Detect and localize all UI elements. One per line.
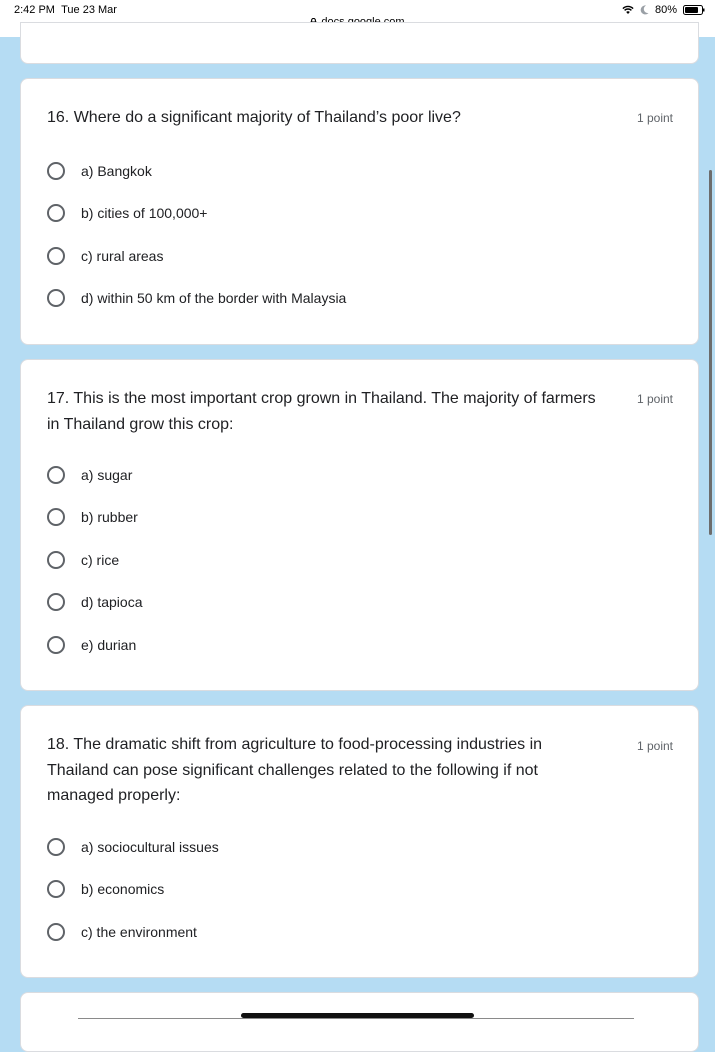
divider: [78, 1018, 634, 1019]
question-title: 17. This is the most important crop grow…: [47, 390, 596, 433]
radio-button[interactable]: [47, 247, 65, 265]
battery-icon: [683, 5, 705, 15]
question-points: 1 point: [636, 739, 673, 753]
radio-option-sociocultural[interactable]: a) sociocultural issues: [47, 835, 219, 859]
option-label: c) rice: [81, 552, 120, 568]
option-label: b) cities of 100,000+: [81, 205, 208, 221]
previous-question-card: [20, 22, 699, 64]
battery-percent: 80%: [654, 4, 677, 16]
radio-button[interactable]: [47, 466, 65, 484]
option-label: a) sociocultural issues: [81, 839, 219, 855]
radio-option-cities[interactable]: b) cities of 100,000+: [47, 201, 207, 225]
radio-option-tapioca[interactable]: d) tapioca: [47, 590, 142, 614]
radio-button[interactable]: [47, 204, 65, 222]
status-time: 2:42 PM: [14, 4, 55, 16]
option-label: c) the environment: [81, 924, 197, 940]
status-indicators: 80%: [622, 4, 705, 16]
radio-button[interactable]: [47, 636, 65, 654]
question-points: 1 point: [636, 392, 673, 406]
radio-button[interactable]: [47, 880, 65, 898]
radio-option-bangkok[interactable]: a) Bangkok: [47, 159, 152, 183]
status-time-date: 2:42 PM Tue 23 Mar: [14, 4, 117, 16]
radio-button[interactable]: [47, 289, 65, 307]
radio-button[interactable]: [47, 162, 65, 180]
option-label: d) tapioca: [81, 594, 143, 610]
radio-option-border[interactable]: d) within 50 km of the border with Malay…: [47, 286, 346, 310]
radio-button[interactable]: [47, 838, 65, 856]
radio-option-rural-areas[interactable]: c) rural areas: [47, 244, 163, 268]
question-title: 18. The dramatic shift from agriculture …: [47, 736, 543, 804]
question-card-17: 17. This is the most important crop grow…: [20, 359, 699, 691]
home-indicator[interactable]: [241, 1013, 474, 1018]
option-label: b) rubber: [81, 509, 138, 525]
radio-option-rice[interactable]: c) rice: [47, 548, 119, 572]
radio-option-durian[interactable]: e) durian: [47, 633, 136, 657]
option-label: a) sugar: [81, 467, 133, 483]
question-card-16: 16. Where do a significant majority of T…: [20, 78, 699, 345]
option-label: b) economics: [81, 881, 165, 897]
option-label: a) Bangkok: [81, 163, 152, 179]
radio-option-economics[interactable]: b) economics: [47, 877, 164, 901]
option-label: d) within 50 km of the border with Malay…: [81, 290, 347, 306]
wifi-icon: [622, 5, 634, 14]
scrollbar[interactable]: [709, 170, 712, 535]
question-card-18: 18. The dramatic shift from agriculture …: [20, 705, 699, 978]
moon-icon: [640, 5, 649, 15]
question-points: 1 point: [636, 111, 673, 125]
radio-button[interactable]: [47, 508, 65, 526]
radio-button[interactable]: [47, 551, 65, 569]
radio-option-environment[interactable]: c) the environment: [47, 920, 197, 944]
radio-option-rubber[interactable]: b) rubber: [47, 505, 138, 529]
next-question-card: [20, 992, 699, 1052]
radio-button[interactable]: [47, 923, 65, 941]
option-label: e) durian: [81, 637, 137, 653]
status-date: Tue 23 Mar: [61, 4, 117, 16]
radio-button[interactable]: [47, 593, 65, 611]
radio-option-sugar[interactable]: a) sugar: [47, 463, 132, 487]
question-title: 16. Where do a significant majority of T…: [47, 109, 461, 126]
option-label: c) rural areas: [81, 248, 164, 264]
